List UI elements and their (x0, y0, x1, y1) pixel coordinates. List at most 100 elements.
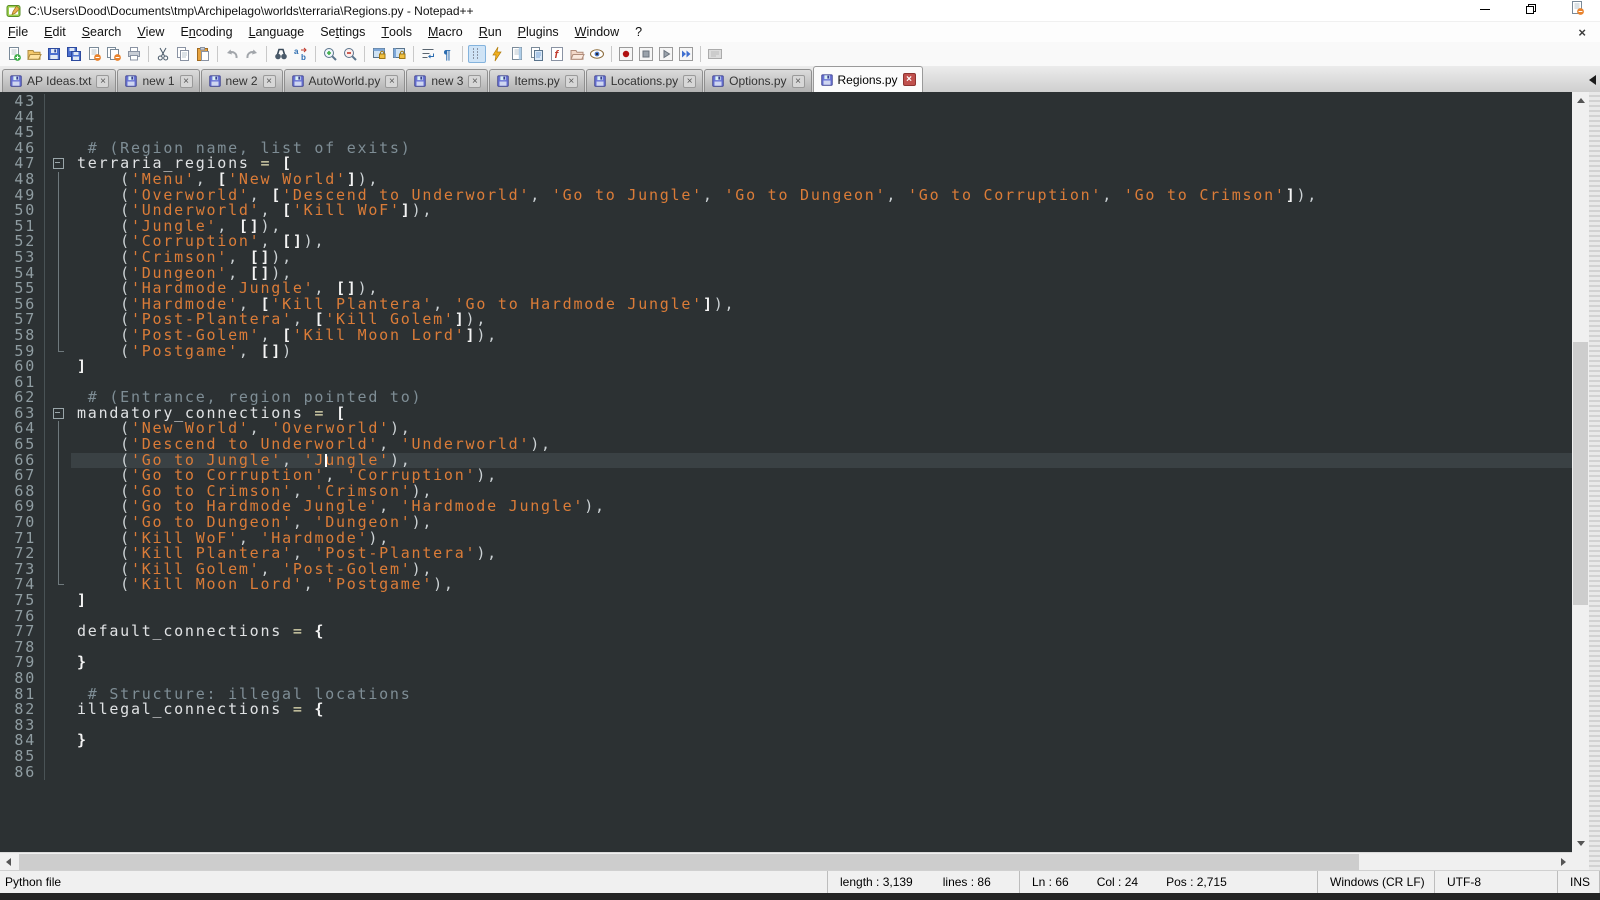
close-button[interactable] (1554, 0, 1600, 22)
tab-new-2[interactable]: new 2× (201, 69, 283, 92)
menu-encoding[interactable]: Encoding (172, 22, 240, 42)
tab-options-py[interactable]: Options.py× (704, 69, 811, 92)
tab-close-icon[interactable]: × (468, 75, 481, 88)
macro-stop-icon[interactable] (637, 45, 655, 63)
macro-record-icon[interactable] (617, 45, 635, 63)
tab-regions-py[interactable]: Regions.py× (813, 66, 923, 92)
code-line-77[interactable]: 77default_connections = { (2, 624, 1572, 640)
menu-view[interactable]: View (129, 22, 172, 42)
find-icon[interactable] (272, 45, 290, 63)
window-right-edge (1589, 92, 1600, 893)
tab-new-1[interactable]: new 1× (117, 69, 199, 92)
paste-icon[interactable] (194, 45, 212, 63)
replace-icon[interactable]: ab (292, 45, 310, 63)
scroll-up-button[interactable] (1572, 92, 1589, 109)
code-line-85[interactable]: 85 (2, 749, 1572, 765)
new-file-icon[interactable] (5, 45, 23, 63)
code-line-74[interactable]: 74 ('Kill Moon Lord', 'Postgame'), (2, 577, 1572, 593)
menu-language[interactable]: Language (241, 22, 313, 42)
save-all-icon[interactable] (65, 45, 83, 63)
tab-new-3[interactable]: new 3× (406, 69, 488, 92)
close-icon[interactable] (85, 45, 103, 63)
code-line-82[interactable]: 82illegal_connections = { (2, 702, 1572, 718)
code-line-86[interactable]: 86 (2, 765, 1572, 781)
tab-ap-ideas-txt[interactable]: AP Ideas.txt× (2, 69, 116, 92)
macro-play-icon[interactable] (657, 45, 675, 63)
code-text: default_connections = { (71, 624, 1572, 640)
print-icon[interactable] (125, 45, 143, 63)
show-all-characters-icon[interactable]: ¶ (439, 45, 457, 63)
menu-close-icon[interactable]: × (1578, 26, 1586, 39)
tab-close-icon[interactable]: × (96, 75, 109, 88)
scroll-down-button[interactable] (1572, 835, 1589, 852)
tab-close-icon[interactable]: × (565, 75, 578, 88)
save-icon[interactable] (45, 45, 63, 63)
code-line-84[interactable]: 84} (2, 733, 1572, 749)
code-line-79[interactable]: 79} (2, 655, 1572, 671)
show-indent-guide-icon[interactable] (468, 45, 486, 63)
code-line-60[interactable]: 60] (2, 359, 1572, 375)
menu-plugins[interactable]: Plugins (510, 22, 567, 42)
menu-search[interactable]: Search (74, 22, 130, 42)
zoom-out-icon[interactable] (341, 45, 359, 63)
menu-edit[interactable]: Edit (36, 22, 74, 42)
tab-close-icon[interactable]: × (385, 75, 398, 88)
document-map-icon[interactable] (508, 45, 526, 63)
sync-horizontal-scrolling-icon[interactable] (390, 45, 408, 63)
scroll-left-button[interactable] (0, 853, 17, 870)
code-line-43[interactable]: 43 (2, 94, 1572, 110)
vertical-scrollbar-thumb[interactable] (1573, 342, 1588, 605)
fold-margin (44, 671, 71, 687)
tab-items-py[interactable]: Items.py× (489, 69, 584, 92)
minimize-button[interactable] (1462, 0, 1508, 22)
zoom-in-icon[interactable] (321, 45, 339, 63)
sync-vertical-scrolling-icon[interactable] (370, 45, 388, 63)
code-editor[interactable]: 43444546 # (Region name, list of exits)4… (0, 92, 1572, 852)
fold-collapse-icon[interactable] (44, 156, 71, 172)
monitoring-icon[interactable] (588, 45, 606, 63)
menu-file[interactable]: File (0, 22, 36, 42)
notepad-plus-plus-window: C:\Users\Dood\Documents\tmp\Archipelago\… (0, 0, 1600, 900)
horizontal-scrollbar[interactable] (0, 852, 1572, 870)
redo-icon[interactable] (243, 45, 261, 63)
menu-tools[interactable]: Tools (373, 22, 420, 42)
word-wrap-icon[interactable] (419, 45, 437, 63)
restore-button[interactable] (1508, 0, 1554, 22)
define-language-icon[interactable] (488, 45, 506, 63)
tab-close-icon[interactable]: × (683, 75, 696, 88)
close-all-icon[interactable] (105, 45, 123, 63)
menu-run[interactable]: Run (471, 22, 510, 42)
code-line-59[interactable]: 59 ('Postgame', []) (2, 344, 1572, 360)
code-line-78[interactable]: 78 (2, 640, 1572, 656)
code-line-75[interactable]: 75] (2, 593, 1572, 609)
tab-scroll-left-icon[interactable] (1589, 75, 1596, 85)
tab-close-icon[interactable]: × (792, 75, 805, 88)
cut-icon[interactable] (154, 45, 172, 63)
toolbar-separator (217, 46, 218, 62)
menu-settings[interactable]: Settings (312, 22, 373, 42)
tab-locations-py[interactable]: Locations.py× (586, 69, 703, 92)
menu-window[interactable]: Window (567, 22, 627, 42)
macro-run-multiple-icon[interactable] (677, 45, 695, 63)
tab-autoworld-py[interactable]: AutoWorld.py× (284, 69, 406, 92)
open-file-icon[interactable] (25, 45, 43, 63)
tab-close-icon[interactable]: × (180, 75, 193, 88)
tab-bar: AP Ideas.txt×new 1×new 2×AutoWorld.py×ne… (0, 66, 1600, 92)
function-list-icon[interactable]: f (548, 45, 566, 63)
code-line-83[interactable]: 83 (2, 718, 1572, 734)
folder-as-workspace-icon[interactable] (568, 45, 586, 63)
tab-close-icon[interactable]: × (903, 73, 916, 86)
toolbar-separator (364, 46, 365, 62)
copy-icon[interactable] (174, 45, 192, 63)
code-line-44[interactable]: 44 (2, 110, 1572, 126)
horizontal-scrollbar-thumb[interactable] (19, 854, 1359, 870)
tab-close-icon[interactable]: × (263, 75, 276, 88)
document-list-icon[interactable] (528, 45, 546, 63)
undo-icon[interactable] (223, 45, 241, 63)
scroll-right-button[interactable] (1555, 853, 1572, 870)
macro-save-icon[interactable] (706, 45, 724, 63)
menu-macro[interactable]: Macro (420, 22, 471, 42)
fold-collapse-icon[interactable] (44, 406, 71, 422)
vertical-scrollbar[interactable] (1572, 92, 1589, 852)
menu-help[interactable]: ? (627, 22, 650, 42)
